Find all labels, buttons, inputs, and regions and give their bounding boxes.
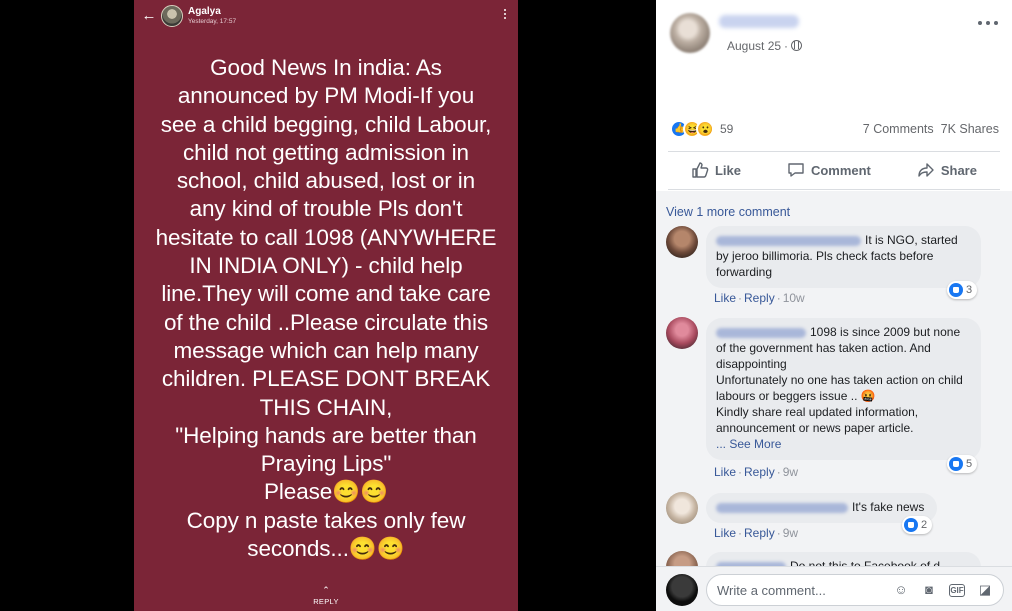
- like-icon: [949, 457, 963, 471]
- back-arrow-icon[interactable]: ←: [141, 7, 157, 25]
- comment-age[interactable]: 9w: [783, 526, 798, 540]
- comment-text: It's fake news: [852, 500, 925, 514]
- reaction-count: 5: [966, 458, 973, 470]
- post-date[interactable]: August 25 ·: [727, 39, 803, 53]
- emoji-icon[interactable]: ☺: [893, 582, 909, 598]
- separator-dot: ·: [776, 291, 781, 305]
- comment-avatar[interactable]: [666, 226, 698, 258]
- comment-age[interactable]: 9w: [783, 465, 798, 479]
- like-label: Like: [714, 162, 741, 178]
- comment-button[interactable]: Comment: [787, 161, 871, 179]
- share-icon: [918, 163, 934, 177]
- comment-text-continued: Unfortunately no one has taken action on…: [716, 373, 963, 403]
- reply-label: REPLY: [313, 597, 339, 606]
- comment-reply-link[interactable]: Reply: [744, 465, 775, 479]
- comment-reply-link[interactable]: Reply: [744, 291, 775, 305]
- wow-reaction-icon: 😮: [696, 120, 714, 138]
- camera-icon[interactable]: ◙: [921, 582, 937, 598]
- story-panel: ← Agalya Yesterday, 17:57 Good News In i…: [134, 0, 518, 611]
- reaction-count: 2: [921, 519, 928, 531]
- comment-bubble: It's fake news: [706, 493, 937, 523]
- engagement-counts: 7 Comments 7K Shares: [856, 122, 999, 136]
- separator-dot: ·: [776, 465, 781, 479]
- post-actions: Like Comment Share: [668, 152, 1000, 188]
- more-options-icon[interactable]: [978, 21, 998, 27]
- comment-avatar[interactable]: [666, 492, 698, 524]
- comment-meta: Like · Reply · 9w: [714, 526, 798, 540]
- comment-like-link[interactable]: Like: [714, 465, 736, 479]
- comment-input-placeholder: Write a comment...: [717, 583, 826, 598]
- separator-dot: ·: [738, 526, 743, 540]
- see-more-link[interactable]: ... See More: [716, 437, 781, 451]
- story-message: Good News In india: As announced by PM M…: [155, 55, 497, 562]
- post-author-avatar[interactable]: [670, 13, 710, 53]
- comment-like-link[interactable]: Like: [714, 526, 736, 540]
- separator-dot: ·: [784, 39, 789, 53]
- thumbs-up-icon: [692, 162, 709, 178]
- separator-dot: ·: [776, 526, 781, 540]
- story-avatar[interactable]: [161, 5, 183, 27]
- post-author-name-blurred[interactable]: [719, 15, 799, 28]
- comment-composer: Write a comment... ☺ ◙ GIF ◪: [656, 566, 1012, 611]
- post-date-text[interactable]: August 25: [727, 39, 781, 53]
- comment-bubble: 1098 is since 2009 but none of the gover…: [706, 318, 981, 460]
- story-header: ← Agalya Yesterday, 17:57: [134, 0, 518, 36]
- share-button[interactable]: Share: [917, 161, 977, 179]
- separator-dot: ·: [738, 291, 743, 305]
- gif-icon[interactable]: GIF: [949, 584, 965, 597]
- comment-meta: Like · Reply · 10w: [714, 291, 805, 305]
- comment-reaction-badge[interactable]: 5: [947, 455, 978, 473]
- comments-count[interactable]: 7 Comments: [863, 122, 934, 136]
- globe-icon: [791, 40, 803, 51]
- view-more-comments-link[interactable]: View 1 more comment: [666, 205, 790, 219]
- comment-reaction-badge[interactable]: 3: [947, 281, 978, 299]
- comment-input[interactable]: Write a comment... ☺ ◙ GIF ◪: [706, 574, 1004, 606]
- shares-count[interactable]: 7K Shares: [941, 122, 999, 136]
- story-user-name[interactable]: Agalya: [188, 6, 221, 17]
- reactions-summary[interactable]: 😆 😮 59: [670, 118, 733, 140]
- current-user-avatar[interactable]: [666, 574, 698, 606]
- chevron-up-icon: ⌃: [322, 585, 330, 595]
- like-icon: [949, 283, 963, 297]
- commenter-name-blurred[interactable]: [716, 327, 806, 338]
- sticker-icon[interactable]: ◪: [977, 582, 993, 598]
- wow-glyph: 😮: [698, 122, 713, 136]
- comment-avatar[interactable]: [666, 317, 698, 349]
- comment-bubble: It is NGO, started by jeroo billimoria. …: [706, 226, 981, 288]
- reply-button[interactable]: ⌃ REPLY: [304, 585, 348, 607]
- like-button[interactable]: Like: [691, 161, 741, 179]
- reaction-count: 3: [966, 284, 973, 296]
- comment-reply-link[interactable]: Reply: [744, 526, 775, 540]
- story-timestamp: Yesterday, 17:57: [188, 18, 237, 25]
- comment-meta: Like · Reply · 9w: [714, 465, 798, 479]
- comment-icon: [788, 163, 804, 177]
- comment-text-continued: Kindly share real updated information, a…: [716, 405, 919, 435]
- separator-dot: ·: [738, 465, 743, 479]
- commenter-name-blurred[interactable]: [716, 502, 848, 513]
- story-menu-icon[interactable]: [502, 9, 508, 25]
- commenter-name-blurred[interactable]: [716, 235, 861, 246]
- share-label: Share: [940, 162, 977, 178]
- comment-label: Comment: [810, 162, 871, 178]
- comment-like-link[interactable]: Like: [714, 291, 736, 305]
- comment-age[interactable]: 10w: [783, 291, 805, 305]
- reaction-count: 59: [720, 122, 734, 136]
- facebook-post-panel: August 25· 😆 😮 59 7 Comments7K Shares Li…: [656, 0, 1012, 611]
- comment-reaction-badge[interactable]: 2: [902, 516, 933, 534]
- divider: [668, 189, 1000, 190]
- like-icon: [904, 518, 918, 532]
- screenshot: ← Agalya Yesterday, 17:57 Good News In i…: [0, 0, 1012, 611]
